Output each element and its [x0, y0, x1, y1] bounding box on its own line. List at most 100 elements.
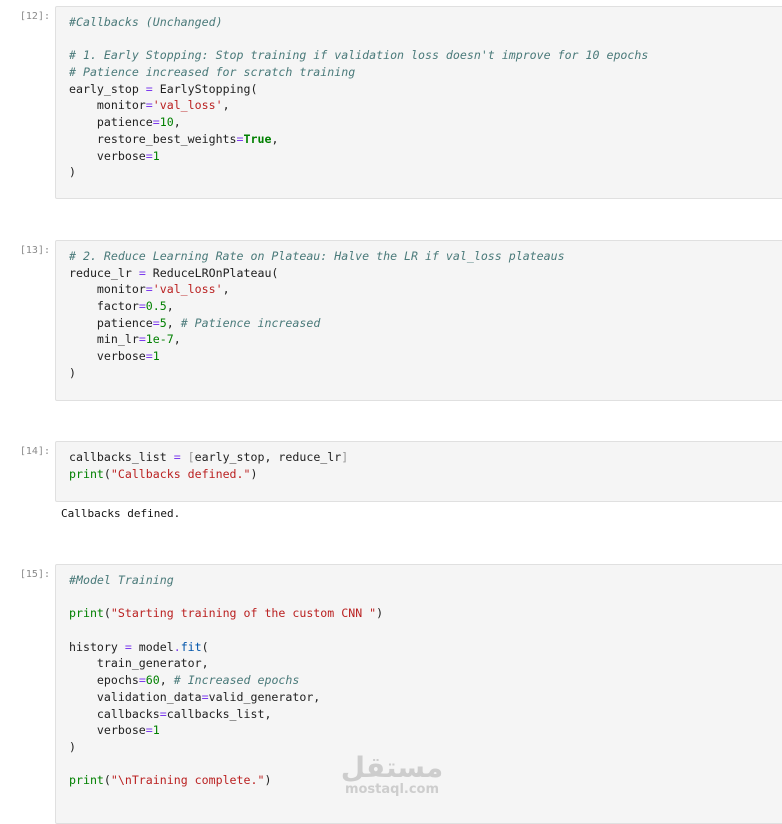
code-line: monitor='val_loss',	[69, 281, 782, 298]
code-token: "Callbacks defined."	[110, 466, 251, 481]
code-token: =	[124, 639, 132, 654]
code-token: print	[69, 773, 104, 788]
code-token: "Starting training of the custom CNN "	[110, 606, 377, 621]
code-token: =	[138, 332, 146, 347]
code-token: # 1. Early Stopping: Stop training if va…	[69, 48, 649, 63]
code-token: ,	[222, 282, 230, 297]
code-token: callbacks	[69, 706, 160, 721]
code-token: True	[243, 131, 272, 146]
code-token: # Patience increased for scratch trainin…	[69, 65, 356, 80]
code-line: callbacks=callbacks_list,	[69, 706, 782, 723]
code-token: )	[69, 165, 76, 180]
code-token: =	[173, 450, 181, 464]
code-token: #Model Training	[69, 573, 174, 587]
code-token: patience	[69, 115, 153, 130]
code-token: # 2. Reduce Learning Rate on Plateau: Ha…	[69, 249, 565, 263]
code-token: restore_best_weights	[69, 131, 237, 146]
code-token: ,	[173, 332, 181, 347]
code-line: print("Callbacks defined.")	[69, 466, 782, 483]
watermark-logo: مستقل mostaql.com	[340, 752, 444, 800]
code-line: # 2. Reduce Learning Rate on Plateau: Ha…	[69, 248, 782, 265]
code-line: callbacks_list = [early_stop, reduce_lr]	[69, 449, 782, 466]
code-line: reduce_lr = ReduceLROnPlateau(	[69, 265, 782, 282]
code-line: epochs=60, # Increased epochs	[69, 672, 782, 689]
code-token: callbacks_list,	[166, 706, 272, 721]
code-token: validation_data	[69, 689, 202, 704]
code-token: 0.5	[145, 299, 167, 314]
code-token: monitor	[69, 282, 146, 297]
code-input[interactable]: callbacks_list = [early_stop, reduce_lr]…	[55, 441, 782, 502]
code-line: monitor='val_loss',	[69, 97, 782, 114]
code-line: # 1. Early Stopping: Stop training if va…	[69, 47, 782, 64]
code-line: min_lr=1e-7,	[69, 331, 782, 348]
code-token: epochs	[69, 673, 139, 688]
code-token: ReduceLROnPlateau(	[145, 265, 279, 280]
code-token: early_stop	[69, 81, 146, 96]
watermark-latin: mostaql.com	[344, 782, 440, 797]
code-token: 'val_loss'	[152, 282, 223, 297]
cell-output: Callbacks defined.	[61, 507, 181, 520]
code-line: verbose=1	[69, 722, 782, 739]
code-token: =	[152, 315, 160, 330]
code-token: )	[250, 466, 258, 481]
code-token: patience	[69, 315, 153, 330]
code-line: verbose=1	[69, 148, 782, 165]
code-token: min_lr	[69, 332, 139, 347]
code-token: valid_generator,	[208, 689, 321, 704]
code-token: (	[103, 466, 111, 481]
execution-count: [14]:	[19, 446, 50, 457]
code-token: print	[69, 606, 104, 621]
code-line: restore_best_weights=True,	[69, 131, 782, 148]
code-token: =	[201, 689, 209, 704]
code-token: ]	[341, 450, 349, 464]
code-token: reduce_lr	[69, 265, 139, 280]
code-token: # Patience increased	[180, 315, 321, 330]
code-token: ,	[173, 115, 181, 130]
code-token: =	[159, 706, 167, 721]
code-token: 1	[152, 148, 160, 163]
code-token: callbacks_list	[69, 450, 174, 464]
code-token: train_generator,	[69, 656, 209, 671]
code-token: ,	[271, 131, 279, 146]
code-line: early_stop = EarlyStopping(	[69, 81, 782, 98]
code-token: =	[236, 131, 244, 146]
code-token: # Increased epochs	[173, 673, 300, 688]
code-line: print("Starting training of the custom C…	[69, 605, 782, 622]
code-token: #Callbacks (Unchanged)	[69, 15, 223, 29]
code-token: =	[145, 81, 153, 96]
code-line: #Callbacks (Unchanged)	[69, 14, 782, 31]
code-line: # Patience increased for scratch trainin…	[69, 64, 782, 81]
code-token: print	[69, 466, 104, 481]
code-token: =	[138, 299, 146, 314]
code-token: EarlyStopping(	[152, 81, 258, 96]
code-token: )	[264, 773, 272, 788]
code-token: =	[152, 115, 160, 130]
execution-count: [15]:	[19, 569, 50, 580]
code-token: =	[145, 723, 153, 738]
code-token: (	[103, 606, 111, 621]
code-token: .	[173, 639, 181, 654]
code-token: verbose	[69, 723, 146, 738]
code-line: train_generator,	[69, 655, 782, 672]
code-token: =	[145, 98, 153, 113]
code-token: 5	[159, 315, 167, 330]
watermark-arabic: مستقل	[340, 751, 444, 784]
code-line: patience=5, # Patience increased	[69, 315, 782, 332]
code-line: patience=10,	[69, 114, 782, 131]
code-token: history	[69, 639, 125, 654]
code-input[interactable]: #Callbacks (Unchanged) # 1. Early Stoppin…	[55, 6, 782, 199]
code-token: [	[187, 450, 195, 464]
code-line: #Model Training	[69, 572, 782, 589]
code-token: 'val_loss'	[152, 98, 223, 113]
code-token: =	[138, 673, 146, 688]
code-token: ,	[166, 299, 174, 314]
code-token: 1	[152, 349, 160, 364]
code-token: 1e-7	[145, 332, 174, 347]
code-token: (	[103, 773, 111, 788]
code-token: monitor	[69, 98, 146, 113]
code-token: ,	[159, 673, 174, 688]
code-input[interactable]: # 2. Reduce Learning Rate on Plateau: Ha…	[55, 240, 782, 401]
